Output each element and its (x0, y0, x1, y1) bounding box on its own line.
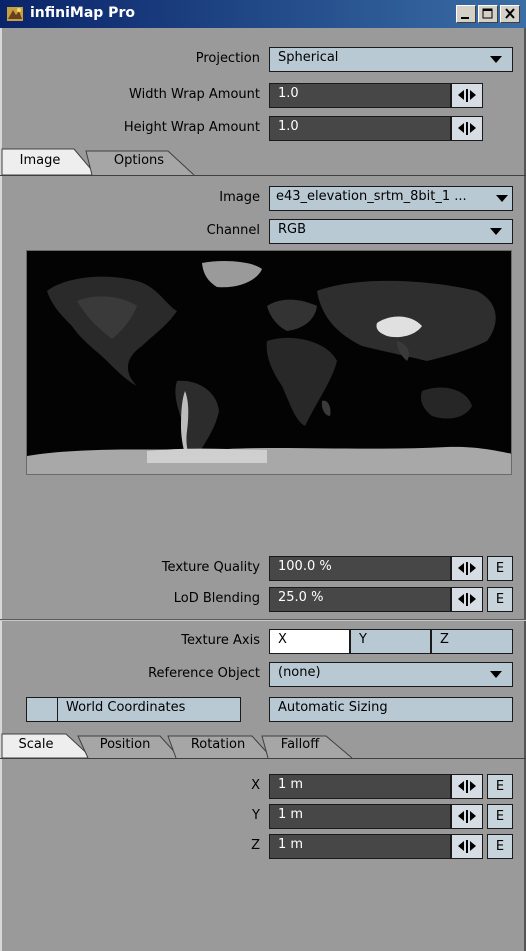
scale-x-label: X (251, 778, 260, 793)
tab-position[interactable]: Position (90, 734, 160, 758)
width-wrap-input[interactable]: 1.0 (269, 83, 451, 108)
left-right-arrows-icon (458, 780, 476, 793)
tab-options[interactable]: Options (104, 150, 174, 174)
window-title: infiniMap Pro (30, 5, 135, 21)
texture-quality-label: Texture Quality (161, 560, 260, 575)
image-preview (26, 250, 512, 475)
title-bar[interactable]: infiniMap Pro (0, 0, 526, 28)
scale-y-input[interactable]: 1 m (269, 804, 451, 829)
minimize-icon (461, 17, 469, 19)
automatic-sizing-button[interactable]: Automatic Sizing (269, 697, 513, 722)
chevron-down-icon (496, 195, 508, 202)
channel-dropdown[interactable]: RGB (269, 219, 513, 244)
maximize-icon (482, 8, 493, 19)
lod-blending-spinner[interactable] (451, 587, 483, 612)
projection-dropdown[interactable]: Spherical (269, 47, 513, 72)
tab-image[interactable]: Image (10, 150, 70, 174)
close-button[interactable] (500, 5, 520, 23)
projection-label: Projection (195, 51, 260, 66)
left-right-arrows-icon (458, 562, 476, 575)
scale-z-label: Z (251, 838, 260, 853)
scale-y-label: Y (252, 808, 260, 823)
scale-x-envelope-button[interactable]: E (487, 774, 513, 799)
world-coordinates-checkbox[interactable] (26, 697, 58, 722)
section-divider (0, 619, 526, 621)
tab-falloff[interactable]: Falloff (270, 734, 330, 758)
reference-object-label: Reference Object (148, 666, 260, 681)
scale-z-input[interactable]: 1 m (269, 834, 451, 859)
width-wrap-spinner[interactable] (451, 83, 483, 108)
transform-tabs-shape (0, 733, 526, 759)
chevron-down-icon (490, 56, 502, 63)
left-right-arrows-icon (458, 89, 476, 102)
minimize-button[interactable] (456, 5, 476, 23)
image-value: e43_elevation_srtm_8bit_1 ... (276, 189, 467, 204)
scale-z-envelope-button[interactable]: E (487, 834, 513, 859)
texture-quality-envelope-button[interactable]: E (487, 556, 513, 581)
left-right-arrows-icon (458, 840, 476, 853)
height-wrap-label: Height Wrap Amount (123, 120, 260, 135)
scale-x-spinner[interactable] (451, 774, 483, 799)
tab-scale[interactable]: Scale (6, 734, 66, 758)
channel-value: RGB (278, 222, 307, 237)
chevron-down-icon (490, 228, 502, 235)
texture-quality-input[interactable]: 100.0 % (269, 556, 451, 581)
scale-x-input[interactable]: 1 m (269, 774, 451, 799)
tab-rotation[interactable]: Rotation (178, 734, 258, 758)
image-label: Image (219, 190, 260, 205)
texture-axis-label: Texture Axis (181, 633, 260, 648)
width-wrap-label: Width Wrap Amount (129, 87, 260, 102)
left-right-arrows-icon (458, 593, 476, 606)
axis-x-button[interactable]: X (269, 629, 350, 654)
main-tabs-shape (0, 148, 526, 176)
left-right-arrows-icon (458, 122, 476, 135)
app-icon (6, 5, 24, 23)
close-icon (505, 8, 515, 19)
image-dropdown[interactable]: e43_elevation_srtm_8bit_1 ... (269, 186, 513, 211)
axis-y-button[interactable]: Y (350, 629, 431, 654)
texture-quality-spinner[interactable] (451, 556, 483, 581)
maximize-button[interactable] (478, 5, 498, 23)
reference-object-dropdown[interactable]: (none) (269, 662, 513, 687)
left-right-arrows-icon (458, 810, 476, 823)
lod-blending-label: LoD Blending (173, 591, 260, 606)
lod-blending-envelope-button[interactable]: E (487, 587, 513, 612)
scale-y-envelope-button[interactable]: E (487, 804, 513, 829)
scale-y-spinner[interactable] (451, 804, 483, 829)
channel-label: Channel (206, 223, 260, 238)
reference-object-value: (none) (278, 665, 321, 680)
world-coordinates-button[interactable]: World Coordinates (57, 697, 241, 722)
axis-z-button[interactable]: Z (431, 629, 513, 654)
lod-blending-input[interactable]: 25.0 % (269, 587, 451, 612)
height-wrap-input[interactable]: 1.0 (269, 116, 451, 141)
world-elevation-map (27, 251, 511, 474)
projection-value: Spherical (278, 50, 339, 65)
height-wrap-spinner[interactable] (451, 116, 483, 141)
chevron-down-icon (490, 671, 502, 678)
scale-z-spinner[interactable] (451, 834, 483, 859)
